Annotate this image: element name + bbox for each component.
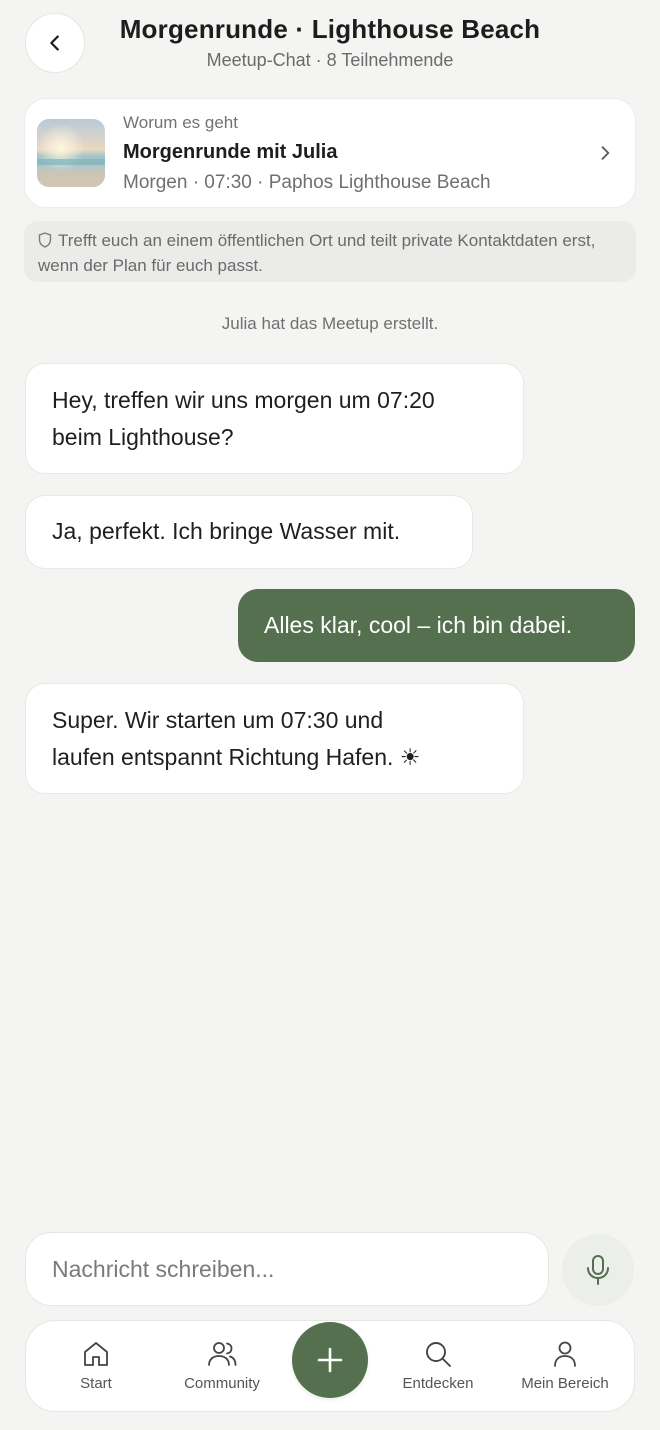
message-line: Hey, treffen wir uns morgen um 07:20 (52, 387, 435, 413)
nav-label: Start (80, 1375, 112, 1392)
topic-kicker: Worum es geht (123, 113, 238, 132)
person-icon (554, 1341, 576, 1367)
message-line: Super. Wir starten um 07:30 und (52, 707, 384, 733)
message-line: Alles klar, cool – ich bin dabei. (264, 612, 573, 638)
chevron-right-icon (601, 146, 610, 160)
chat-subtitle: Meetup-Chat · 8 Teilnehmende (206, 50, 454, 70)
safety-text: Trefft euch an einem öffentlichen Ort un… (38, 231, 596, 275)
home-icon (84, 1342, 108, 1366)
nav-label: Community (184, 1375, 260, 1392)
voice-message-button[interactable] (562, 1234, 634, 1306)
safety-notice: Trefft euch an einem öffentlichen Ort un… (24, 221, 636, 282)
nav-item-mein-bereich[interactable]: Mein Bereich (505, 1321, 625, 1411)
plus-icon (317, 1347, 343, 1373)
nav-label: Mein Bereich (521, 1375, 609, 1392)
nav-item-start[interactable]: Start (36, 1321, 156, 1411)
message-bubble-outgoing: Alles klar, cool – ich bin dabei. (238, 589, 635, 662)
search-icon (426, 1342, 451, 1367)
topic-title: Morgenrunde mit Julia (123, 141, 338, 163)
chat-title: Morgenrunde · Lighthouse Beach (119, 14, 541, 44)
meetup-topic-card[interactable]: Worum es geht Morgenrunde mit Julia Morg… (24, 98, 636, 208)
nav-label: Entdecken (402, 1375, 474, 1392)
nav-item-community[interactable]: Community (162, 1321, 282, 1411)
microphone-icon (587, 1255, 609, 1285)
meetup-thumbnail (37, 119, 105, 187)
message-bubble-incoming: Super. Wir starten um 07:30 und laufen e… (25, 683, 524, 794)
message-bubble-incoming: Ja, perfekt. Ich bringe Wasser mit. (25, 495, 473, 569)
message-line: laufen entspannt Richtung Hafen. ☀ (52, 744, 421, 770)
create-button[interactable] (292, 1322, 368, 1398)
people-icon (208, 1342, 237, 1366)
shield-icon (38, 232, 52, 248)
message-line: Ja, perfekt. Ich bringe Wasser mit. (52, 518, 401, 544)
message-bubble-incoming: Hey, treffen wir uns morgen um 07:20 bei… (25, 363, 524, 474)
topic-meta: Morgen · 07:30 · Paphos Lighthouse Beach (123, 172, 491, 193)
message-input[interactable]: Nachricht schreiben... (25, 1232, 549, 1306)
system-message: Julia hat das Meetup erstellt. (221, 314, 439, 333)
nav-item-entdecken[interactable]: Entdecken (378, 1321, 498, 1411)
message-line: beim Lighthouse? (52, 424, 234, 450)
